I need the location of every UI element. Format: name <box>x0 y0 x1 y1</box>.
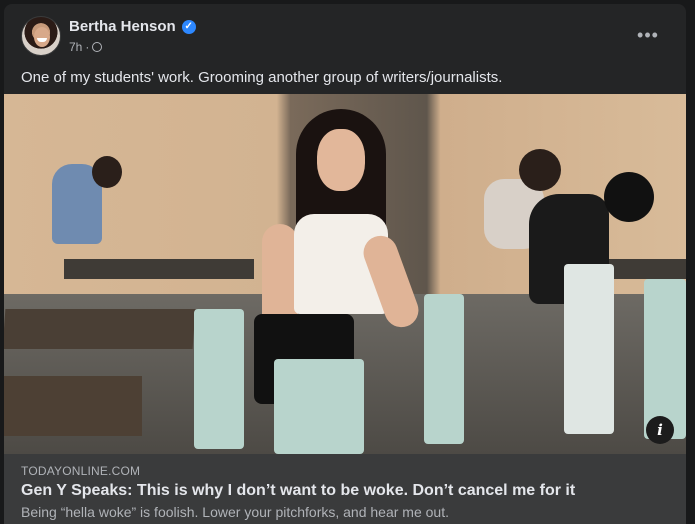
post-card: Bertha Henson ✓ 7h · ••• One of my stude… <box>4 4 686 524</box>
photo-table <box>64 259 254 279</box>
photo-person-head <box>92 156 122 188</box>
link-subtitle: Being “hella woke” is foolish. Lower you… <box>21 504 449 520</box>
globe-icon[interactable] <box>92 42 103 52</box>
post-header: Bertha Henson ✓ 7h · ••• <box>21 16 672 60</box>
link-preview[interactable]: TODAYONLINE.COM Gen Y Speaks: This is wh… <box>4 454 686 524</box>
info-icon[interactable]: i <box>646 416 674 444</box>
photo-person-head <box>604 172 654 222</box>
verified-badge-icon: ✓ <box>181 19 196 34</box>
meta-separator: · <box>85 40 90 54</box>
link-title[interactable]: Gen Y Speaks: This is why I don’t want t… <box>21 482 575 500</box>
post-meta: 7h · <box>69 40 103 54</box>
photo-person-head <box>519 149 561 191</box>
link-preview-image[interactable]: i <box>4 94 686 454</box>
avatar-face <box>34 27 50 47</box>
photo-chair <box>194 309 244 449</box>
photo-chair <box>424 294 464 444</box>
post-time[interactable]: 7h <box>69 40 82 54</box>
link-domain: TODAYONLINE.COM <box>21 464 141 478</box>
author-name[interactable]: Bertha Henson <box>69 18 176 35</box>
post-caption: One of my students' work. Grooming anoth… <box>21 69 503 86</box>
photo-table <box>4 309 196 349</box>
photo-table <box>4 376 142 436</box>
author-name-row: Bertha Henson ✓ <box>69 18 196 35</box>
photo-chair <box>564 264 614 434</box>
photo-woman-face <box>317 129 365 191</box>
photo-chair <box>644 279 686 439</box>
more-options-icon[interactable]: ••• <box>634 22 662 50</box>
photo-chair <box>274 359 364 454</box>
avatar[interactable] <box>21 16 61 56</box>
